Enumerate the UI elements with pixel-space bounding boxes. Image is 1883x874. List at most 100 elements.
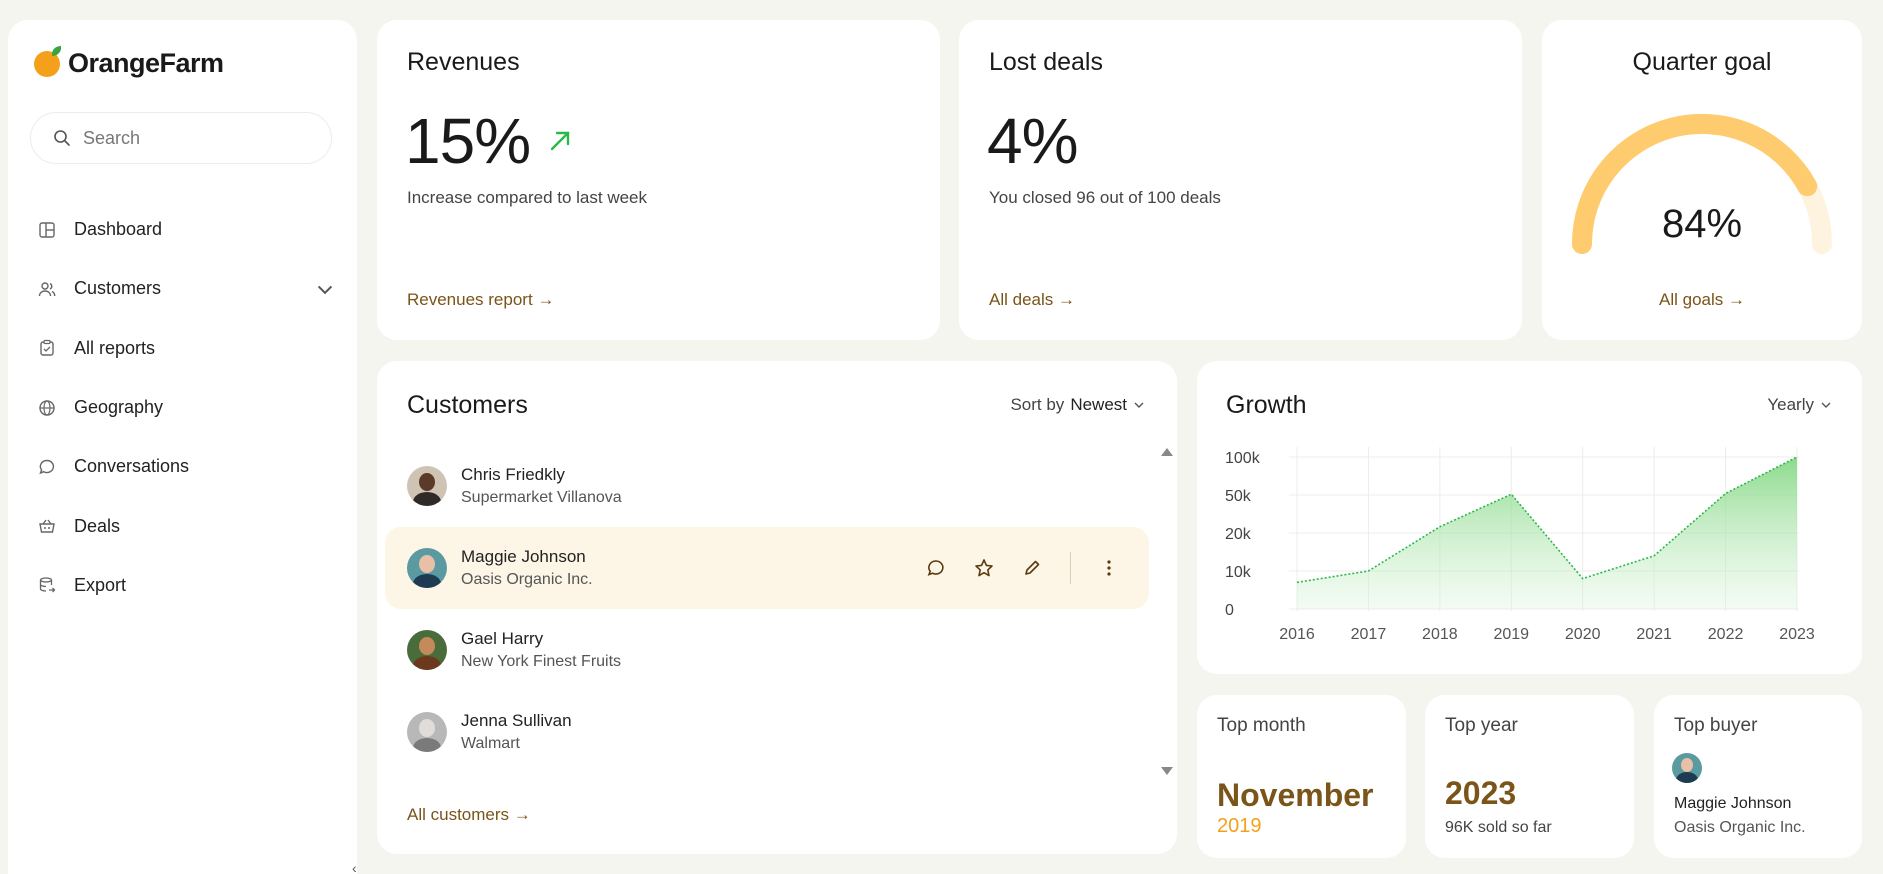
top-month-card: Top month November 2019	[1197, 695, 1406, 858]
row-actions	[926, 552, 1119, 584]
sidebar-item-all-reports[interactable]: All reports	[38, 319, 334, 378]
collapse-sidebar-icon[interactable]: ‹	[352, 860, 357, 874]
avatar	[407, 630, 447, 670]
top-month-year: 2019	[1217, 815, 1262, 837]
list-item[interactable]: Jenna Sullivan Walmart	[385, 691, 1149, 773]
list-item[interactable]: Gael Harry New York Finest Fruits	[385, 609, 1149, 691]
y-tick-label: 10k	[1225, 564, 1252, 581]
sidebar-item-label: Geography	[74, 397, 164, 418]
lost-deals-card: Lost deals 4% You closed 96 out of 100 d…	[959, 20, 1522, 340]
chevron-down-icon	[1134, 402, 1144, 408]
globe-icon	[39, 399, 55, 416]
card-title: Customers	[407, 391, 528, 419]
list-item[interactable]: Maggie Johnson Oasis Organic Inc.	[385, 527, 1149, 609]
revenues-report-link[interactable]: Revenues report →	[407, 290, 554, 310]
customer-company: Oasis Organic Inc.	[461, 571, 593, 588]
revenues-value: 15%	[405, 105, 531, 177]
customers-card: Customers Sort by Newest Chris Friedkly …	[377, 361, 1177, 854]
sidebar-item-export[interactable]: Export	[38, 556, 334, 615]
clipboard-icon	[40, 340, 54, 356]
sidebar-item-dashboard[interactable]: Dashboard	[38, 200, 334, 259]
x-tick-label: 2017	[1351, 626, 1387, 643]
scroll-down-arrow[interactable]	[1161, 767, 1173, 775]
star-icon[interactable]	[974, 558, 994, 578]
avatar	[407, 466, 447, 506]
search-input[interactable]	[83, 127, 303, 149]
y-tick-label: 20k	[1225, 526, 1252, 543]
pencil-icon[interactable]	[1022, 558, 1042, 578]
x-tick-label: 2019	[1493, 626, 1529, 643]
all-goals-link[interactable]: All goals →	[1542, 290, 1862, 310]
card-title: Lost deals	[989, 48, 1103, 76]
brand-name: OrangeFarm	[68, 48, 224, 78]
x-tick-label: 2021	[1636, 626, 1672, 643]
sidebar-nav: Dashboard Customers All reports Geograph…	[38, 200, 334, 615]
sort-value: Newest	[1070, 395, 1127, 414]
goal-percent: 84%	[1661, 202, 1743, 246]
search-box[interactable]	[30, 112, 332, 164]
x-tick-label: 2022	[1708, 626, 1744, 643]
list-item[interactable]: Chris Friedkly Supermarket Villanova	[385, 445, 1149, 527]
customer-company: Walmart	[461, 735, 520, 752]
card-title: Quarter goal	[1632, 48, 1772, 76]
card-title: Top month	[1217, 715, 1306, 736]
sidebar-item-label: All reports	[74, 337, 156, 358]
y-tick-label: 50k	[1225, 488, 1252, 505]
x-tick-label: 2018	[1422, 626, 1458, 643]
chat-icon[interactable]	[926, 558, 946, 578]
top-buyer-card: Top buyer Maggie Johnson Oasis Organic I…	[1654, 695, 1862, 858]
top-buyer-name: Maggie Johnson	[1674, 795, 1792, 812]
customer-company: New York Finest Fruits	[461, 653, 622, 670]
top-year-value: 2023	[1445, 775, 1517, 811]
users-icon	[38, 282, 56, 297]
top-buyer-company: Oasis Organic Inc.	[1674, 819, 1806, 836]
all-customers-link[interactable]: All customers →	[407, 805, 531, 825]
sidebar-item-label: Conversations	[74, 456, 190, 477]
sidebar: OrangeFarm Dashboard Customers All repor…	[8, 20, 357, 874]
sort-dropdown[interactable]: Sort by Newest	[1010, 395, 1145, 415]
revenues-card: Revenues 15% Increase compared to last w…	[377, 20, 940, 340]
all-deals-link[interactable]: All deals →	[989, 290, 1075, 310]
customer-name: Maggie Johnson	[461, 547, 586, 566]
revenues-subtitle: Increase compared to last week	[407, 188, 648, 207]
sidebar-item-deals[interactable]: Deals	[38, 496, 334, 555]
brand-logo[interactable]: OrangeFarm	[34, 48, 224, 79]
sidebar-item-label: Dashboard	[74, 219, 163, 240]
trend-up-arrow-icon	[550, 131, 570, 151]
sidebar-item-conversations[interactable]: Conversations	[38, 437, 334, 496]
orange-logo-icon	[34, 50, 60, 77]
database-export-icon	[39, 577, 56, 593]
sidebar-item-customers[interactable]: Customers	[38, 259, 334, 318]
chevron-down-icon[interactable]	[316, 280, 334, 298]
card-title: Top year	[1445, 715, 1518, 736]
top-month-value: November	[1217, 777, 1374, 813]
sidebar-item-label: Deals	[74, 515, 121, 536]
avatar	[407, 548, 447, 588]
growth-chart: 2016 2017 2018 2019 2020 2021 2022 2023 0 10k 20k 5…	[1225, 447, 1815, 643]
revenues-value-row: 15%	[405, 104, 572, 178]
dashboard-icon	[39, 221, 55, 238]
customer-name: Gael Harry	[461, 629, 544, 648]
lost-deals-value-row: 4%	[987, 104, 1078, 178]
sort-prefix: Sort by	[1010, 395, 1065, 414]
card-title: Revenues	[407, 48, 520, 76]
growth-card: Growth Yearly 2016 2017 2018 2019 2020 2021 20…	[1197, 361, 1862, 674]
sidebar-item-label: Export	[74, 574, 127, 595]
sidebar-item-geography[interactable]: Geography	[38, 378, 334, 437]
lost-deals-subtitle: You closed 96 out of 100 deals	[989, 188, 1221, 207]
x-tick-label: 2023	[1779, 626, 1815, 643]
lost-deals-value: 4%	[987, 105, 1078, 177]
action-divider	[1070, 552, 1071, 584]
search-icon	[54, 130, 70, 146]
basket-icon	[39, 519, 55, 533]
customer-name: Jenna Sullivan	[461, 711, 572, 730]
customer-list: Chris Friedkly Supermarket Villanova Mag…	[385, 445, 1149, 773]
card-title: Top buyer	[1674, 715, 1758, 736]
chat-icon	[39, 459, 55, 475]
customer-name: Chris Friedkly	[461, 465, 565, 484]
more-vertical-icon[interactable]	[1099, 558, 1119, 578]
avatar	[407, 712, 447, 752]
customer-company: Supermarket Villanova	[461, 489, 622, 506]
sidebar-item-label: Customers	[74, 278, 162, 299]
scroll-up-arrow[interactable]	[1161, 448, 1173, 456]
